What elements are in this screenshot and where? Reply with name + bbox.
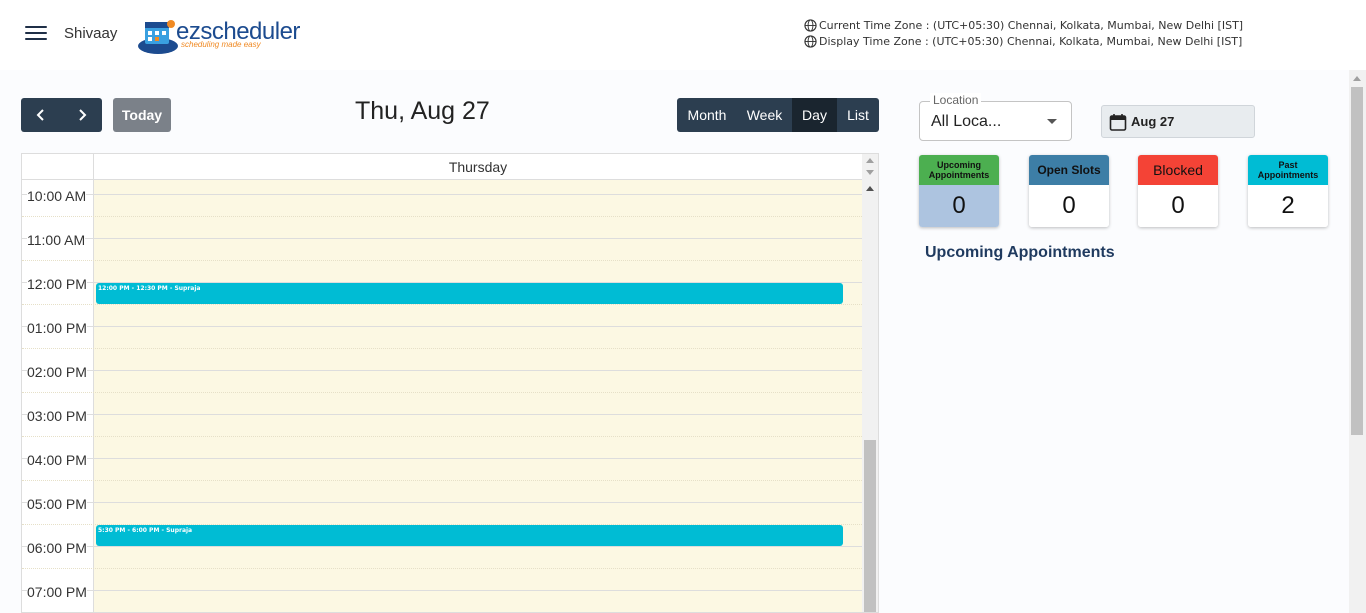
stat-label: Past Appointments [1248,155,1328,185]
time-label: 01:00 PM [27,320,87,336]
time-label: 11:00 AM [27,232,86,248]
day-calendar: Thursday 10:00 AM 11:00 AM 12:00 PM 01:00 P… [21,153,879,613]
view-list-button[interactable]: List [837,98,879,132]
current-timezone-text: Current Time Zone : (UTC+05:30) Chennai,… [819,19,1244,32]
hour-row [22,590,862,612]
page-scrollbar[interactable] [1349,70,1366,613]
current-timezone: Current Time Zone : (UTC+05:30) Chennai,… [804,19,1243,32]
hour-row [22,238,862,260]
stat-upcoming-appointments[interactable]: Upcoming Appointments 0 [919,155,999,227]
time-label: 02:00 PM [27,364,87,380]
half-hour-row [22,392,862,414]
day-column-header: Thursday [448,159,508,175]
scrollbar-thumb[interactable] [864,440,876,612]
app-header: Shivaay ezscheduler scheduling made easy… [0,0,1366,70]
stat-label: Upcoming Appointments [919,155,999,185]
scroll-down-icon[interactable] [866,170,874,175]
calendar-body[interactable]: 10:00 AM 11:00 AM 12:00 PM 01:00 PM 02:00 PM… [22,180,862,612]
stat-label: Open Slots [1029,155,1109,185]
chevron-left-icon [36,109,44,121]
time-label: 05:00 PM [27,496,87,512]
today-button[interactable]: Today [113,98,171,132]
time-label: 10:00 AM [27,188,87,204]
next-button[interactable] [62,98,103,132]
hour-row [22,502,862,524]
stat-blocked[interactable]: Blocked 0 [1138,155,1218,227]
display-timezone-text: Display Time Zone : (UTC+05:30) Chennai,… [819,35,1243,48]
hamburger-menu-icon[interactable] [25,26,47,44]
upcoming-appointments-title: Upcoming Appointments [925,244,1115,261]
half-hour-row [22,348,862,370]
half-hour-row [22,480,862,502]
prev-button[interactable] [21,98,62,132]
calendar-event[interactable]: 12:00 PM - 12:30 PM - Supraja [96,283,843,304]
dropdown-caret-icon [1047,119,1057,124]
date-picker-value: Aug 27 [1131,114,1175,129]
calendar-header: Thursday [22,154,862,180]
view-day-button[interactable]: Day [792,98,837,132]
calendar-event[interactable]: 5:30 PM - 6:00 PM - Supraja [96,525,843,546]
time-label: 07:00 PM [27,584,87,600]
logo-tagline: scheduling made easy [181,40,261,49]
time-label: 06:00 PM [27,540,87,556]
hour-row [22,414,862,436]
view-switcher: Month Week Day List [677,98,879,132]
time-label: 04:00 PM [27,452,87,468]
calendar-scrollbar[interactable] [862,154,878,612]
app-logo[interactable]: ezscheduler scheduling made easy [136,14,306,56]
scroll-up-icon[interactable] [866,158,874,163]
time-label: 12:00 PM [27,276,87,292]
location-select[interactable]: All Loca... [919,101,1072,141]
time-label: 03:00 PM [27,408,87,424]
half-hour-row [22,216,862,238]
location-label: Location [930,93,982,107]
half-hour-row [22,436,862,458]
hour-row [22,546,862,568]
chevron-right-icon [79,109,87,121]
stat-label: Blocked [1138,155,1218,185]
view-month-button[interactable]: Month [677,98,737,132]
half-hour-row [22,304,862,326]
hour-row [22,326,862,348]
page-scrollbar-thumb[interactable] [1351,87,1363,435]
date-nav-group [21,98,102,132]
display-timezone: Display Time Zone : (UTC+05:30) Chennai,… [804,35,1242,48]
hour-row [22,370,862,392]
scroll-up-icon[interactable] [1353,76,1361,81]
half-hour-row [22,260,862,282]
time-gutter-header [22,154,94,180]
stat-past-appointments[interactable]: Past Appointments 2 [1248,155,1328,227]
stat-value: 0 [919,185,999,227]
location-select-value: All Loca... [931,113,1002,130]
view-week-button[interactable]: Week [737,98,792,132]
hour-row [22,194,862,216]
stat-value: 0 [1029,185,1109,227]
calendar-title: Thu, Aug 27 [355,97,490,125]
globe-icon [804,35,817,48]
hour-row [22,458,862,480]
stat-value: 0 [1138,185,1218,227]
calendar-icon [1109,113,1127,131]
date-picker[interactable]: Aug 27 [1101,105,1255,138]
stat-value: 2 [1248,185,1328,227]
user-name: Shivaay [64,25,118,42]
stat-open-slots[interactable]: Open Slots 0 [1029,155,1109,227]
half-hour-row [22,568,862,590]
globe-icon [804,19,817,32]
scroll-up-icon[interactable] [866,186,874,191]
